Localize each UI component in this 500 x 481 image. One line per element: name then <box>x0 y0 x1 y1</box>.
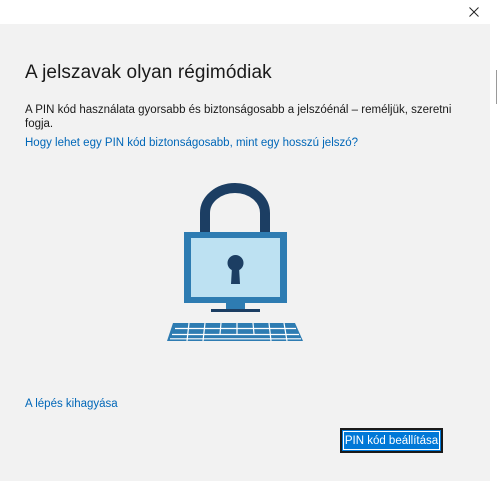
window-edge <box>490 0 500 481</box>
titlebar <box>0 0 490 24</box>
skip-step-link[interactable]: A lépés kihagyása <box>25 398 118 410</box>
page-title: A jelszavak olyan régimódiak <box>25 62 272 83</box>
padlock-computer-icon <box>167 183 303 342</box>
pin-security-help-link[interactable]: Hogy lehet egy PIN kód biztonságosabb, m… <box>25 137 358 149</box>
set-up-pin-button[interactable]: PIN kód beállítása <box>340 428 443 453</box>
dialog: A jelszavak olyan régimódiak A PIN kód h… <box>0 0 490 481</box>
close-button[interactable] <box>458 0 490 24</box>
edge-divider <box>496 70 497 104</box>
description-text: A PIN kód használata gyorsabb és biztons… <box>25 104 452 130</box>
padlock-computer-illustration <box>163 183 308 348</box>
close-icon <box>469 7 479 17</box>
